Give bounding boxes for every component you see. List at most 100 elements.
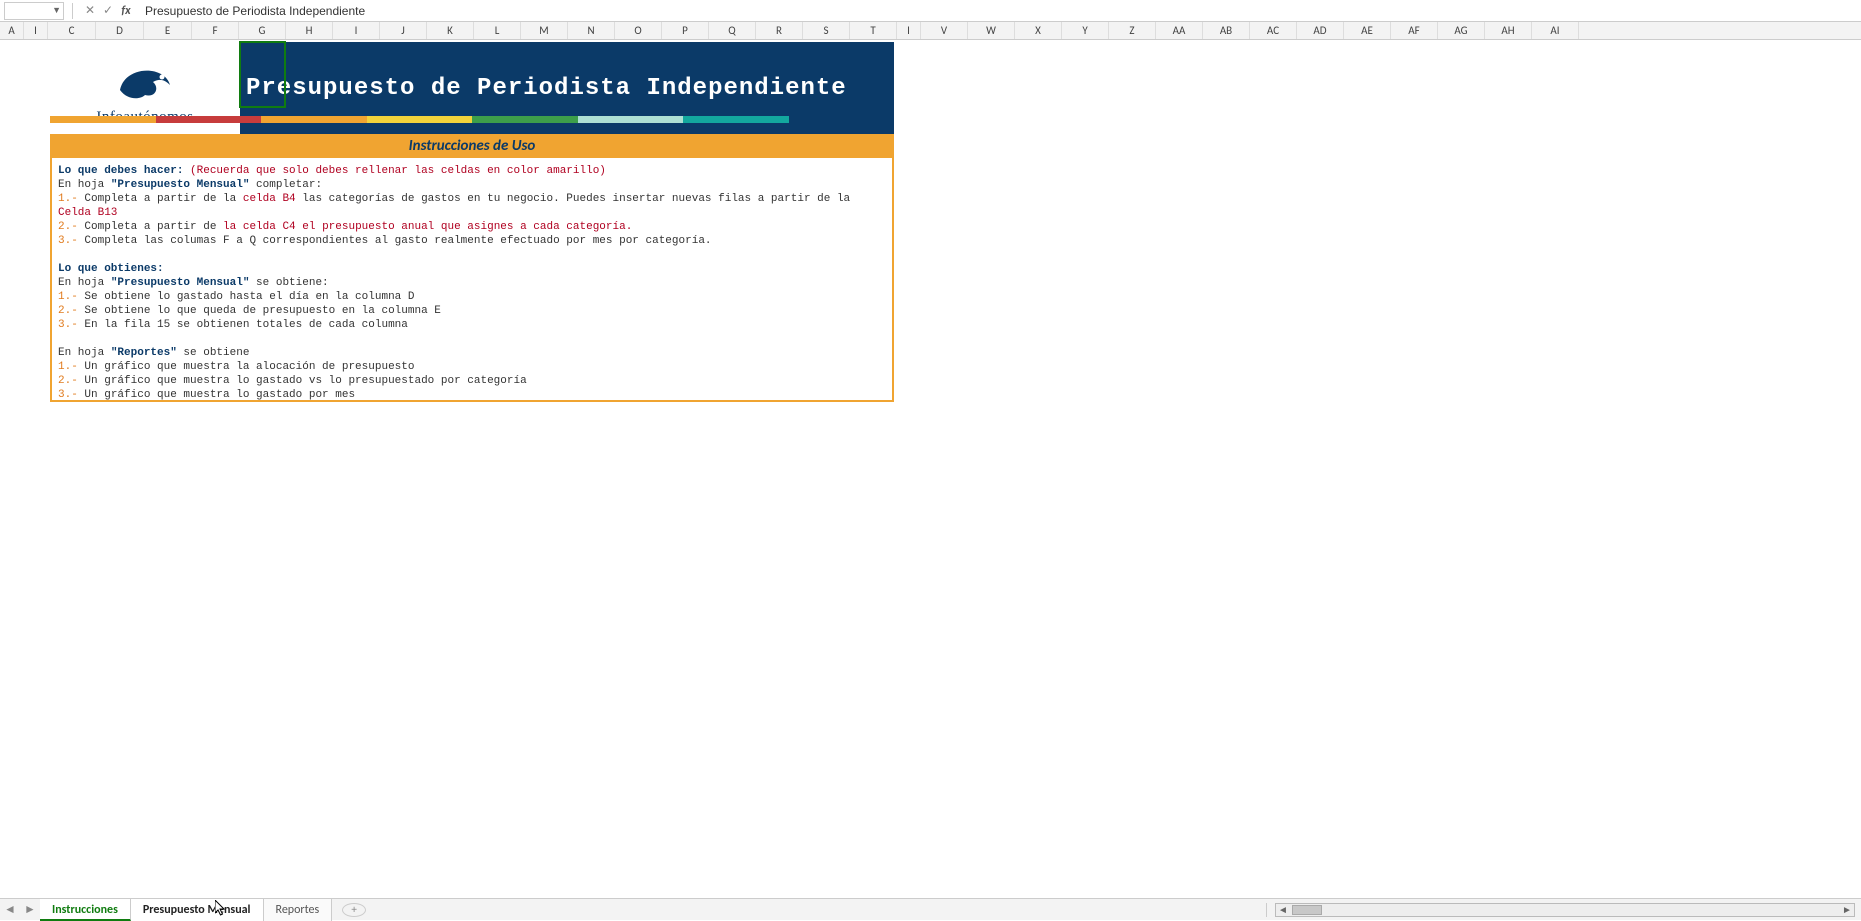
scroll-left-icon[interactable]: ◄	[1276, 903, 1290, 916]
column-header[interactable]: V	[921, 22, 968, 39]
text: 1.-	[58, 193, 78, 205]
text: "Reportes"	[111, 347, 177, 359]
column-header[interactable]: A	[0, 22, 24, 39]
cancel-icon[interactable]: ✕	[81, 3, 99, 18]
sheet-tab[interactable]: Presupuesto Mensual	[131, 899, 264, 921]
column-headers: AICDEFGHIJKLMNOPQRSTIVWXYZAAABACADAEAFAG…	[0, 22, 1861, 40]
column-header[interactable]: AD	[1297, 22, 1344, 39]
column-header[interactable]: AC	[1250, 22, 1297, 39]
text: completar:	[249, 179, 322, 191]
text: En hoja	[58, 347, 111, 359]
text: 3.-	[58, 235, 78, 247]
column-header[interactable]: Q	[709, 22, 756, 39]
color-swatch	[50, 116, 156, 123]
text: la celda C4 el presupuesto anual que asi…	[223, 221, 632, 233]
formula-bar: ▼ ✕ ✓ fx	[0, 0, 1861, 22]
text: Lo que obtienes:	[58, 263, 164, 275]
fx-icon[interactable]: fx	[117, 4, 135, 18]
instructions-heading: Instrucciones de Uso	[50, 134, 894, 158]
name-box[interactable]: ▼	[4, 2, 64, 20]
text: 3.-	[58, 389, 78, 401]
column-header[interactable]: AE	[1344, 22, 1391, 39]
color-swatch	[261, 116, 367, 123]
column-header[interactable]: T	[850, 22, 897, 39]
column-header[interactable]: M	[521, 22, 568, 39]
text: las categorías de gastos en tu negocio. …	[296, 193, 851, 205]
text: 1.-	[58, 291, 78, 303]
sheet-nav-prev[interactable]: ◄	[0, 902, 20, 917]
page-title-text: Presupuesto de Periodista Independiente	[246, 75, 847, 102]
text: (Recuerda que solo debes rellenar las ce…	[190, 165, 606, 177]
text: 1.-	[58, 361, 78, 373]
text: Lo que debes hacer:	[58, 165, 183, 177]
column-header[interactable]: O	[615, 22, 662, 39]
column-header[interactable]: X	[1015, 22, 1062, 39]
worksheet-grid[interactable]: Infoautónomos Presupuesto de Periodista …	[0, 40, 1861, 907]
text: 2.-	[58, 375, 78, 387]
separator	[72, 3, 73, 19]
column-header[interactable]: H	[286, 22, 333, 39]
separator	[1266, 903, 1267, 917]
color-swatch	[789, 116, 895, 123]
text: celda B4	[243, 193, 296, 205]
text: En hoja	[58, 179, 111, 191]
column-header[interactable]: Y	[1062, 22, 1109, 39]
column-header[interactable]: J	[380, 22, 427, 39]
horizontal-scrollbar[interactable]: ◄ ►	[1275, 903, 1855, 917]
column-header[interactable]: K	[427, 22, 474, 39]
accept-icon[interactable]: ✓	[99, 3, 117, 18]
column-header[interactable]: R	[756, 22, 803, 39]
color-strip	[50, 116, 894, 123]
column-header[interactable]: AI	[1532, 22, 1579, 39]
text: Se obtiene lo gastado hasta el día en la…	[78, 291, 415, 303]
text: Completa a partir de la	[78, 193, 243, 205]
color-swatch	[683, 116, 789, 123]
column-header[interactable]: F	[192, 22, 239, 39]
column-header[interactable]: AG	[1438, 22, 1485, 39]
color-swatch	[578, 116, 684, 123]
color-swatch	[472, 116, 578, 123]
text: Completa las columas F a Q correspondien…	[78, 235, 712, 247]
column-header[interactable]: G	[239, 22, 286, 39]
text: En la fila 15 se obtienen totales de cad…	[78, 319, 408, 331]
column-header[interactable]: P	[662, 22, 709, 39]
column-header[interactable]: I	[333, 22, 380, 39]
column-header[interactable]: AA	[1156, 22, 1203, 39]
sheet-tab[interactable]: Instrucciones	[40, 899, 131, 921]
column-header[interactable]: AB	[1203, 22, 1250, 39]
column-header[interactable]: AH	[1485, 22, 1532, 39]
column-header[interactable]: D	[96, 22, 144, 39]
text: Un gráfico que muestra lo gastado por me…	[78, 389, 355, 401]
text: Celda B13	[58, 207, 117, 219]
column-header[interactable]: S	[803, 22, 850, 39]
color-swatch	[367, 116, 473, 123]
column-header[interactable]: W	[968, 22, 1015, 39]
column-header[interactable]: C	[48, 22, 96, 39]
formula-input[interactable]	[135, 2, 1861, 20]
dolphin-icon	[115, 60, 175, 105]
sheet-nav-next[interactable]: ►	[20, 902, 40, 917]
text: 3.-	[58, 319, 78, 331]
sheet-tab[interactable]: Reportes	[264, 899, 333, 921]
scroll-thumb[interactable]	[1292, 905, 1322, 915]
column-header[interactable]: L	[474, 22, 521, 39]
column-header[interactable]: E	[144, 22, 192, 39]
column-header[interactable]: N	[568, 22, 615, 39]
color-swatch	[156, 116, 262, 123]
text: 2.-	[58, 305, 78, 317]
instructions-box: Lo que debes hacer: (Recuerda que solo d…	[50, 158, 894, 402]
text: 2.-	[58, 221, 78, 233]
text: se obtiene:	[249, 277, 328, 289]
text: Se obtiene lo que queda de presupuesto e…	[78, 305, 441, 317]
column-header[interactable]: AF	[1391, 22, 1438, 39]
add-sheet-button[interactable]: +	[342, 903, 366, 917]
column-header[interactable]: I	[24, 22, 48, 39]
column-header[interactable]: Z	[1109, 22, 1156, 39]
chevron-down-icon[interactable]: ▼	[52, 5, 61, 16]
scroll-right-icon[interactable]: ►	[1840, 903, 1854, 916]
column-header[interactable]: I	[897, 22, 921, 39]
text: Completa a partir de	[78, 221, 223, 233]
text: Un gráfico que muestra lo gastado vs lo …	[78, 375, 527, 387]
text: "Presupuesto Mensual"	[111, 179, 250, 191]
text: se obtiene	[177, 347, 250, 359]
